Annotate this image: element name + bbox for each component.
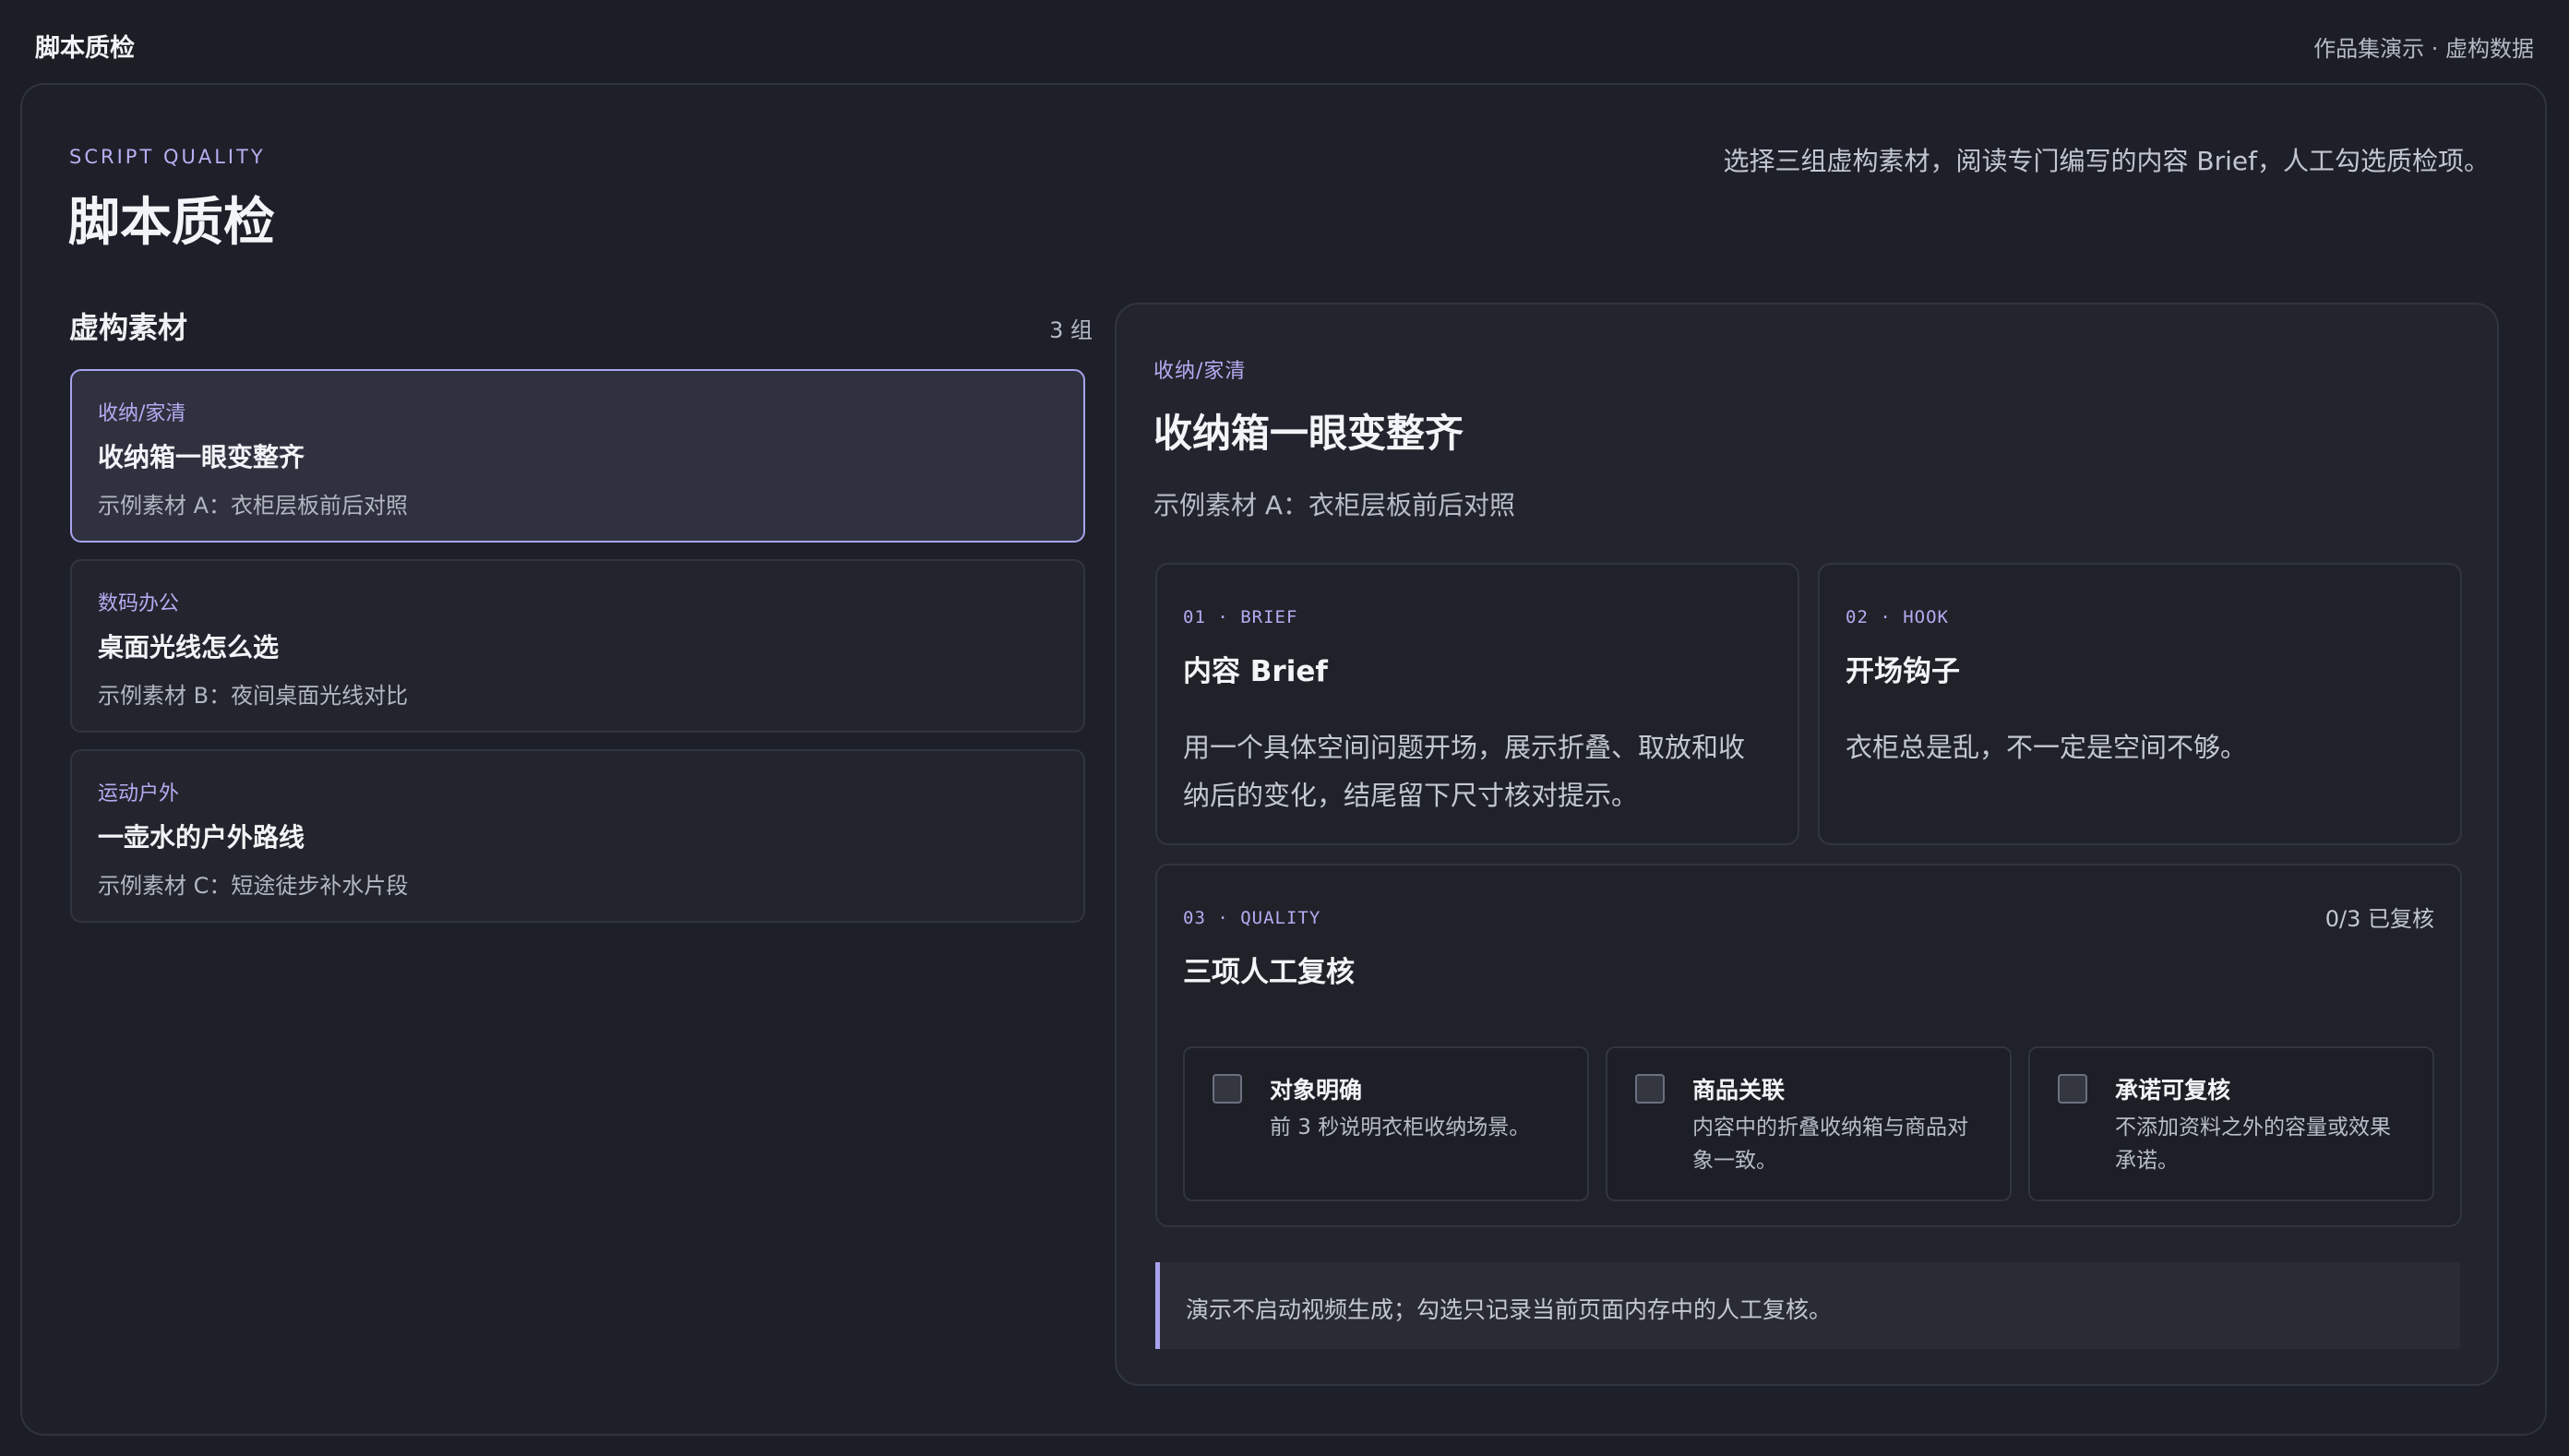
quality-label: 03 · QUALITY <box>1183 908 1321 928</box>
check-item-subject[interactable]: 对象明确 前 3 秒说明衣柜收纳场景。 <box>1183 1046 1589 1201</box>
hook-label: 02 · HOOK <box>1846 607 1949 627</box>
hook-panel: 02 · HOOK 开场钩子 衣柜总是乱，不一定是空间不够。 <box>1818 563 2462 845</box>
demo-note-text: 演示不启动视频生成；勾选只记录当前页面内存中的人工复核。 <box>1186 1296 1833 1323</box>
detail-title: 收纳箱一眼变整齐 <box>1153 411 1464 456</box>
top-bar: 脚本质检 作品集演示 · 虚构数据 <box>0 0 2569 83</box>
check-title: 对象明确 <box>1270 1077 1363 1104</box>
check-desc: 内容中的折叠收纳箱与商品对象一致。 <box>1692 1116 1968 1173</box>
check-item-promise[interactable]: 承诺可复核 不添加资料之外的容量或效果承诺。 <box>2028 1046 2434 1201</box>
card-title: 收纳箱一眼变整齐 <box>98 442 305 472</box>
card-subtitle: 示例素材 B：夜间桌面光线对比 <box>98 683 409 709</box>
card-title: 一壶水的户外路线 <box>98 822 305 853</box>
page-intro: 选择三组虚构素材，阅读专门编写的内容 Brief，人工勾选质检项。 <box>1723 146 2491 176</box>
hook-title: 开场钩子 <box>1846 655 1960 688</box>
card-subtitle: 示例素材 A：衣柜层板前后对照 <box>98 493 409 519</box>
check-title: 商品关联 <box>1692 1077 1786 1104</box>
card-category: 收纳/家清 <box>98 402 186 425</box>
checkbox[interactable] <box>1213 1074 1242 1104</box>
check-desc: 前 3 秒说明衣柜收纳场景。 <box>1270 1116 1531 1140</box>
material-card-a[interactable]: 收纳/家清 收纳箱一眼变整齐 示例素材 A：衣柜层板前后对照 <box>70 369 1085 543</box>
detail-category: 收纳/家清 <box>1153 360 1247 383</box>
hook-body: 衣柜总是乱，不一定是空间不够。 <box>1846 732 2248 763</box>
material-card-b[interactable]: 数码办公 桌面光线怎么选 示例素材 B：夜间桌面光线对比 <box>70 559 1085 733</box>
brief-label: 01 · BRIEF <box>1183 607 1298 627</box>
brief-body: 用一个具体空间问题开场，展示折叠、取放和收纳后的变化，结尾留下尺寸核对提示。 <box>1183 732 1746 811</box>
check-item-product[interactable]: 商品关联 内容中的折叠收纳箱与商品对象一致。 <box>1606 1046 2012 1201</box>
page-eyebrow: SCRIPT QUALITY <box>69 146 266 168</box>
detail-panel: 收纳/家清 收纳箱一眼变整齐 示例素材 A：衣柜层板前后对照 01 · BRIE… <box>1115 303 2499 1386</box>
card-category: 运动户外 <box>98 782 180 806</box>
demo-meta-label: 作品集演示 · 虚构数据 <box>2313 36 2534 62</box>
material-card-c[interactable]: 运动户外 一壶水的户外路线 示例素材 C：短途徒步补水片段 <box>70 749 1085 923</box>
material-list-title: 虚构素材 <box>69 310 188 345</box>
quality-title: 三项人工复核 <box>1183 956 1355 989</box>
page-title: 脚本质检 <box>68 193 275 253</box>
card-title: 桌面光线怎么选 <box>98 632 280 662</box>
demo-note: 演示不启动视频生成；勾选只记录当前页面内存中的人工复核。 <box>1155 1262 2460 1349</box>
checkbox[interactable] <box>2058 1074 2087 1104</box>
card-category: 数码办公 <box>98 592 180 615</box>
quality-panel: 03 · QUALITY 三项人工复核 0/3 已复核 对象明确 前 3 秒说明… <box>1155 864 2462 1227</box>
app-title: 脚本质检 <box>35 34 135 63</box>
checkbox[interactable] <box>1635 1074 1665 1104</box>
brief-title: 内容 Brief <box>1183 655 1328 688</box>
check-desc: 不添加资料之外的容量或效果承诺。 <box>2115 1116 2391 1173</box>
detail-subtitle: 示例素材 A：衣柜层板前后对照 <box>1153 490 1516 520</box>
card-subtitle: 示例素材 C：短途徒步补水片段 <box>98 873 409 899</box>
material-count: 3 组 <box>1049 317 1093 343</box>
brief-panel: 01 · BRIEF 内容 Brief 用一个具体空间问题开场，展示折叠、取放和… <box>1155 563 1799 845</box>
check-title: 承诺可复核 <box>2115 1077 2231 1104</box>
review-status: 0/3 已复核 <box>2324 906 2434 932</box>
